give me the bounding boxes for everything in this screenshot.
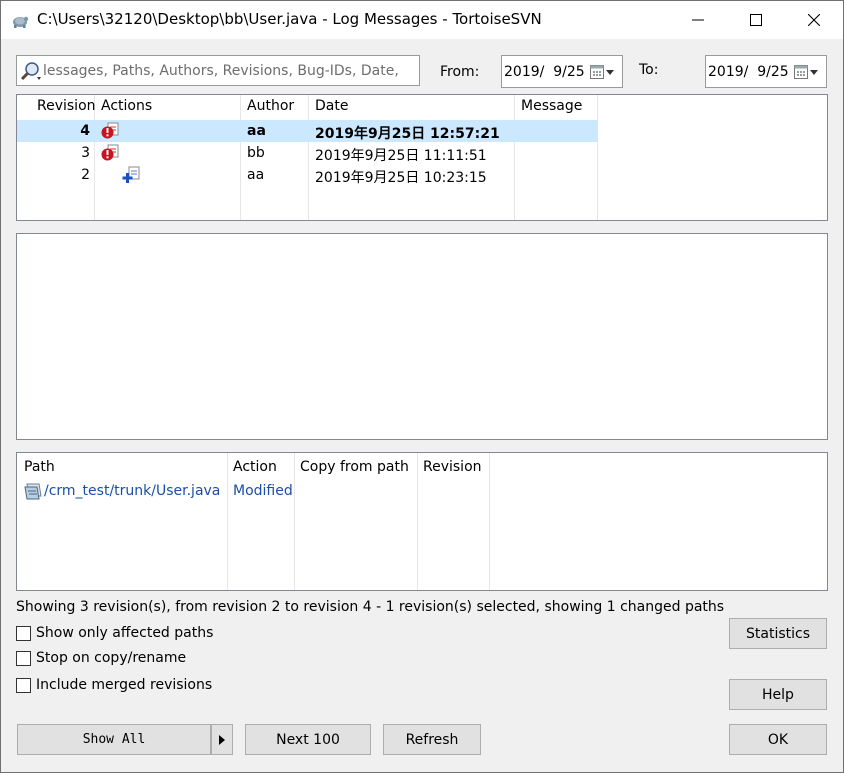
revision-row[interactable]: 4 aa 2019年9月25日 12:57:21	[17, 120, 598, 142]
changed-path-row[interactable]: /crm_test/trunk/User.java Modified	[17, 480, 489, 502]
revision-date: 2019年9月25日 11:11:51	[315, 148, 487, 164]
close-icon	[808, 14, 820, 26]
revisions-list[interactable]: Revision Actions Author Date Message 4 a…	[16, 94, 828, 221]
java-file-icon	[24, 483, 42, 500]
changed-path-link[interactable]: /crm_test/trunk/User.java	[44, 483, 220, 499]
to-date-picker[interactable]: 2019/ 9/25	[705, 55, 827, 88]
dropdown-arrow-icon	[219, 734, 225, 745]
close-button[interactable]	[785, 1, 843, 39]
column-header-revision[interactable]: Revision	[37, 98, 96, 114]
search-box[interactable]	[16, 55, 420, 86]
column-divider	[489, 453, 490, 590]
show-all-button[interactable]: Show All	[17, 724, 211, 755]
log-messages-window: C:\Users\32120\Desktop\bb\User.java - Lo…	[0, 0, 844, 773]
checkbox-label: Stop on copy/rename	[36, 650, 187, 666]
status-text: Showing 3 revision(s), from revision 2 t…	[16, 599, 725, 615]
column-divider	[227, 453, 228, 590]
from-label: From:	[440, 64, 480, 80]
column-header-date[interactable]: Date	[315, 98, 348, 114]
minimize-icon	[692, 19, 704, 21]
column-header-path[interactable]: Path	[24, 459, 55, 475]
help-button[interactable]: Help	[729, 679, 827, 710]
revision-date: 2019年9月25日 12:57:21	[315, 126, 500, 142]
tortoisesvn-app-icon	[13, 16, 29, 28]
show-all-dropdown-button[interactable]	[211, 724, 233, 755]
revision-row[interactable]: 2 aa 2019年9月25日 10:23:15	[17, 164, 598, 186]
column-header-actions[interactable]: Actions	[101, 98, 152, 114]
revision-author: aa	[247, 123, 266, 139]
from-date-picker[interactable]: 2019/ 9/25	[501, 55, 623, 88]
revision-number: 4	[80, 123, 90, 139]
maximize-button[interactable]	[727, 1, 785, 39]
calendar-dropdown-icon[interactable]	[794, 65, 820, 79]
minimize-button[interactable]	[669, 1, 727, 39]
show-all-label: Show All	[82, 732, 146, 747]
column-header-message[interactable]: Message	[521, 98, 582, 114]
revision-number: 3	[81, 145, 90, 161]
changed-paths-list[interactable]: Path Action Copy from path Revision /crm…	[16, 452, 828, 591]
revision-author: aa	[247, 167, 265, 183]
next-100-button[interactable]: Next 100	[245, 724, 371, 755]
revision-number: 2	[81, 167, 90, 183]
search-input[interactable]	[43, 58, 417, 83]
checkbox-box[interactable]	[16, 626, 31, 641]
column-header-author[interactable]: Author	[247, 98, 294, 114]
to-date-value: 2019/ 9/25	[708, 64, 789, 80]
conflict-modified-icon	[101, 122, 119, 139]
column-divider	[294, 453, 295, 590]
statistics-button[interactable]: Statistics	[729, 618, 827, 649]
checkbox-box[interactable]	[16, 678, 31, 693]
column-header-copy-from-path[interactable]: Copy from path	[300, 459, 409, 475]
include-merged-revisions-checkbox[interactable]: Include merged revisions	[16, 677, 216, 695]
title-bar: C:\Users\32120\Desktop\bb\User.java - Lo…	[1, 1, 843, 39]
checkbox-label: Include merged revisions	[36, 677, 213, 693]
search-icon[interactable]	[20, 60, 42, 82]
revision-row[interactable]: 3 bb 2019年9月25日 11:11:51	[17, 142, 598, 164]
log-message-pane[interactable]	[16, 233, 828, 440]
show-only-affected-paths-checkbox[interactable]: Show only affected paths	[16, 625, 216, 643]
calendar-dropdown-icon[interactable]	[590, 65, 616, 79]
added-icon	[122, 166, 140, 183]
checkbox-box[interactable]	[16, 651, 31, 666]
to-label: To:	[639, 62, 659, 78]
changed-path-action: Modified	[233, 483, 293, 499]
revision-date: 2019年9月25日 10:23:15	[315, 170, 487, 186]
from-date-value: 2019/ 9/25	[504, 64, 585, 80]
window-title: C:\Users\32120\Desktop\bb\User.java - Lo…	[37, 10, 542, 28]
column-header-revision[interactable]: Revision	[423, 459, 482, 475]
column-divider	[417, 453, 418, 590]
revision-author: bb	[247, 145, 265, 161]
column-header-action[interactable]: Action	[233, 459, 277, 475]
ok-button[interactable]: OK	[729, 724, 827, 755]
maximize-icon	[750, 14, 762, 26]
refresh-button[interactable]: Refresh	[383, 724, 481, 755]
stop-on-copy-checkbox[interactable]: Stop on copy/rename	[16, 650, 216, 668]
checkbox-label: Show only affected paths	[36, 625, 214, 641]
conflict-modified-icon	[101, 144, 119, 161]
